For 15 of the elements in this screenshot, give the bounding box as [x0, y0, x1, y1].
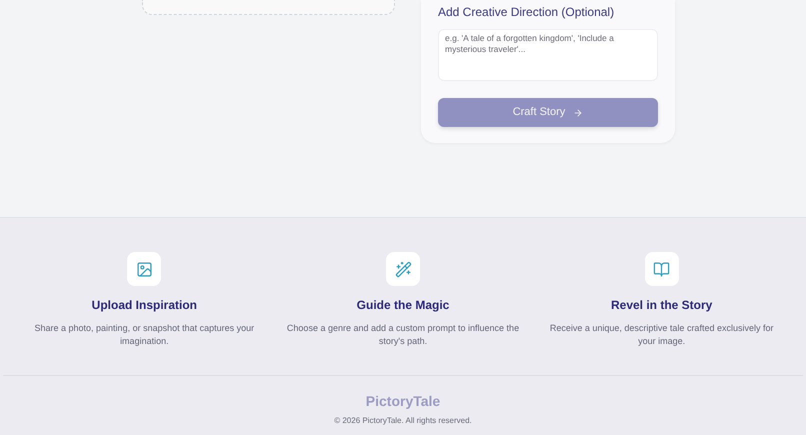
- magic-wand-icon: [394, 260, 412, 278]
- copyright-text: © 2026 PictoryTale. All rights reserved.: [334, 415, 472, 427]
- upload-dropzone[interactable]: [142, 0, 395, 15]
- feature-description: Choose a genre and add a custom prompt to influence the story's path.: [286, 322, 520, 348]
- creative-direction-field[interactable]: e.g. 'A tale of a forgotten kingdom', 'Include a mysterious traveler'...: [438, 29, 658, 81]
- feature-title: Upload Inspiration: [92, 297, 197, 314]
- footer-brand: PictoryTale: [366, 392, 440, 411]
- feature-description: Receive a unique, descriptive tale crafted exclusively for your image.: [548, 322, 774, 348]
- feature-title: Guide the Magic: [356, 297, 450, 314]
- field-label: Add Creative Direction (Optional): [438, 5, 616, 20]
- feature-description: Share a photo, painting, or snapshot that captures your imagination.: [34, 322, 256, 348]
- image-icon: [136, 260, 153, 278]
- feature-title: Revel in the Story: [610, 297, 712, 314]
- arrow-right-icon: [573, 108, 584, 118]
- open-book-icon: [653, 260, 670, 278]
